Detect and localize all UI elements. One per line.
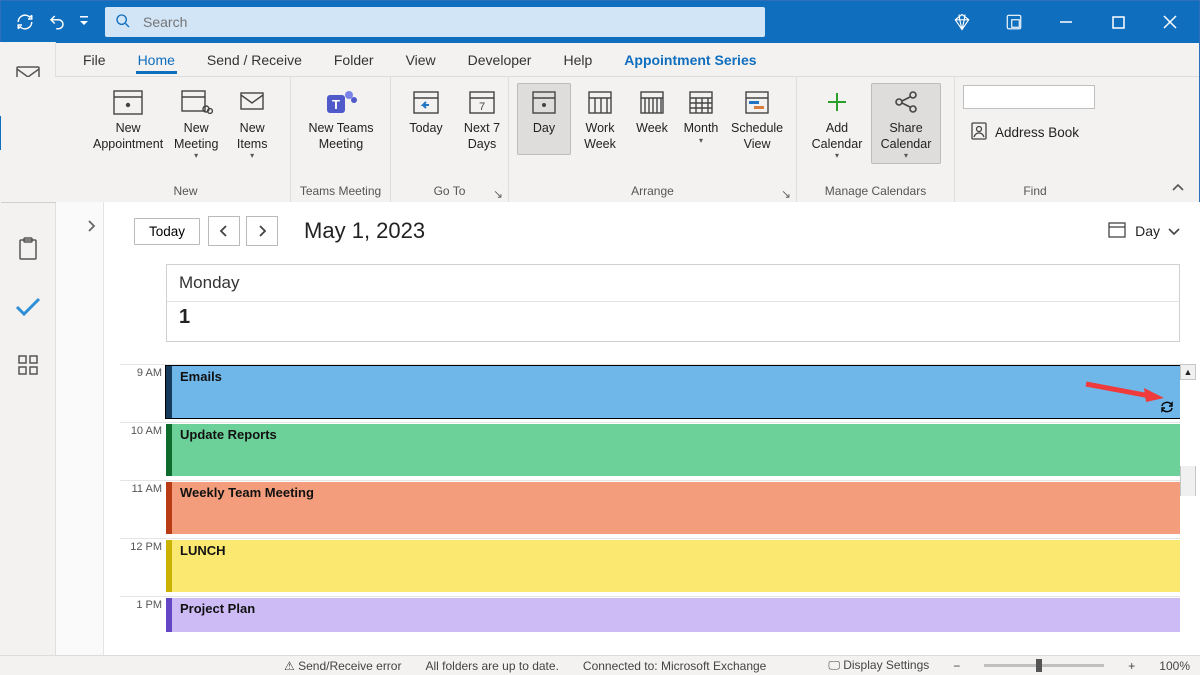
minimize-button[interactable] xyxy=(1053,9,1079,35)
tab-view[interactable]: View xyxy=(404,46,438,74)
address-book-button[interactable]: Address Book xyxy=(963,117,1085,148)
dialog-launcher-icon[interactable]: ↘ xyxy=(780,187,792,199)
day-column-header: Monday 1 xyxy=(166,264,1180,342)
tab-home[interactable]: Home xyxy=(136,46,177,74)
tab-developer[interactable]: Developer xyxy=(466,46,534,74)
chevron-down-icon xyxy=(1168,223,1180,239)
svg-text:T: T xyxy=(332,97,340,112)
new-meeting-button[interactable]: New Meeting xyxy=(169,83,223,164)
search-box[interactable] xyxy=(105,7,765,37)
arrange-week-button[interactable]: Week xyxy=(629,83,675,155)
date-header: May 1, 2023 xyxy=(304,218,425,244)
hour-label: 1 PM xyxy=(120,597,166,636)
group-goto-title: Go To↘ xyxy=(399,184,500,200)
status-error: ⚠ Send/Receive error xyxy=(284,659,401,673)
calendar-back-icon xyxy=(407,85,445,119)
search-icon xyxy=(115,13,131,32)
next-7-days-button[interactable]: 7 Next 7 Days xyxy=(455,83,509,155)
address-book-icon xyxy=(969,121,989,144)
new-items-button[interactable]: New Items xyxy=(225,83,279,164)
nav-more-apps[interactable] xyxy=(9,350,47,380)
day-view-icon xyxy=(525,85,563,119)
group-arrange-title: Arrange↘ xyxy=(517,184,788,200)
tab-help[interactable]: Help xyxy=(561,46,594,74)
zoom-in-button[interactable]: + xyxy=(1128,659,1135,673)
group-find-title: Find xyxy=(963,184,1107,200)
schedule-view-icon xyxy=(738,85,776,119)
event-update-reports[interactable]: Update Reports xyxy=(166,424,1180,476)
nav-todo[interactable] xyxy=(9,292,47,322)
calendar-7-icon: 7 xyxy=(463,85,501,119)
calendar-page-icon xyxy=(109,85,147,119)
tab-appointment-series[interactable]: Appointment Series xyxy=(622,46,758,74)
maximize-button[interactable] xyxy=(1105,9,1131,35)
zoom-level: 100% xyxy=(1159,659,1190,673)
nav-tasks[interactable] xyxy=(9,234,47,264)
workweek-icon xyxy=(581,85,619,119)
month-icon xyxy=(682,85,720,119)
day-number: 1 xyxy=(167,302,1179,333)
today-button[interactable]: Today xyxy=(134,218,200,245)
qat-customize-icon[interactable] xyxy=(79,12,89,32)
new-appointment-button[interactable]: New Appointment xyxy=(89,83,167,155)
arrange-day-button[interactable]: Day xyxy=(517,83,571,155)
collapse-ribbon-icon[interactable] xyxy=(1171,181,1185,196)
goto-today-button[interactable]: Today xyxy=(399,83,453,155)
teams-icon: T xyxy=(322,85,360,119)
next-day-button[interactable] xyxy=(246,216,278,246)
status-connected: Connected to: Microsoft Exchange xyxy=(583,659,766,673)
share-icon xyxy=(887,85,925,119)
find-input[interactable] xyxy=(963,85,1095,109)
new-teams-meeting-button[interactable]: T New Teams Meeting xyxy=(299,83,383,155)
scrollbar-track[interactable] xyxy=(1180,466,1196,496)
zoom-slider[interactable] xyxy=(984,664,1104,667)
tab-folder[interactable]: Folder xyxy=(332,46,376,74)
view-picker[interactable]: Day xyxy=(1107,221,1180,242)
ribbon-mode-icon[interactable] xyxy=(1001,9,1027,35)
hour-label: 10 AM xyxy=(120,423,166,480)
undo-icon[interactable] xyxy=(47,12,67,32)
hour-label: 12 PM xyxy=(120,539,166,596)
group-manage-title: Manage Calendars xyxy=(805,184,946,200)
display-settings-button[interactable]: 🖵 Display Settings xyxy=(828,658,929,673)
calendar-small-icon xyxy=(1107,221,1127,242)
svg-text:7: 7 xyxy=(479,101,485,113)
sync-icon[interactable] xyxy=(15,12,35,32)
week-icon xyxy=(633,85,671,119)
premium-icon[interactable] xyxy=(949,9,975,35)
event-project-plan[interactable]: Project Plan xyxy=(166,598,1180,632)
scroll-up-button[interactable]: ▲ xyxy=(1180,364,1196,380)
arrange-workweek-button[interactable]: Work Week xyxy=(573,83,627,155)
dialog-launcher-icon[interactable]: ↘ xyxy=(492,187,504,199)
annotation-arrow xyxy=(1084,380,1164,402)
tab-file[interactable]: File xyxy=(81,46,108,74)
arrange-month-button[interactable]: Month xyxy=(677,83,725,155)
close-button[interactable] xyxy=(1157,9,1183,35)
search-input[interactable] xyxy=(143,14,755,30)
share-calendar-button[interactable]: Share Calendar xyxy=(871,83,941,164)
event-weekly-team-meeting[interactable]: Weekly Team Meeting xyxy=(166,482,1180,534)
recurrence-icon xyxy=(1160,401,1174,416)
hour-label: 9 AM xyxy=(120,365,166,422)
plus-icon xyxy=(818,85,856,119)
event-emails[interactable]: Emails xyxy=(166,366,1180,418)
group-teams-title: Teams Meeting xyxy=(299,184,382,200)
calendar-people-icon xyxy=(177,85,215,119)
prev-day-button[interactable] xyxy=(208,216,240,246)
add-calendar-button[interactable]: Add Calendar xyxy=(805,83,869,164)
arrange-schedule-button[interactable]: Schedule View xyxy=(727,83,787,155)
expand-folder-pane-icon[interactable] xyxy=(86,220,96,235)
hour-label: 11 AM xyxy=(120,481,166,538)
day-of-week: Monday xyxy=(167,265,1179,302)
new-items-icon xyxy=(233,85,271,119)
tab-send-receive[interactable]: Send / Receive xyxy=(205,46,304,74)
event-lunch[interactable]: LUNCH xyxy=(166,540,1180,592)
zoom-out-button[interactable]: − xyxy=(953,659,960,673)
group-new-title: New xyxy=(89,184,282,200)
status-folders: All folders are up to date. xyxy=(425,659,558,673)
